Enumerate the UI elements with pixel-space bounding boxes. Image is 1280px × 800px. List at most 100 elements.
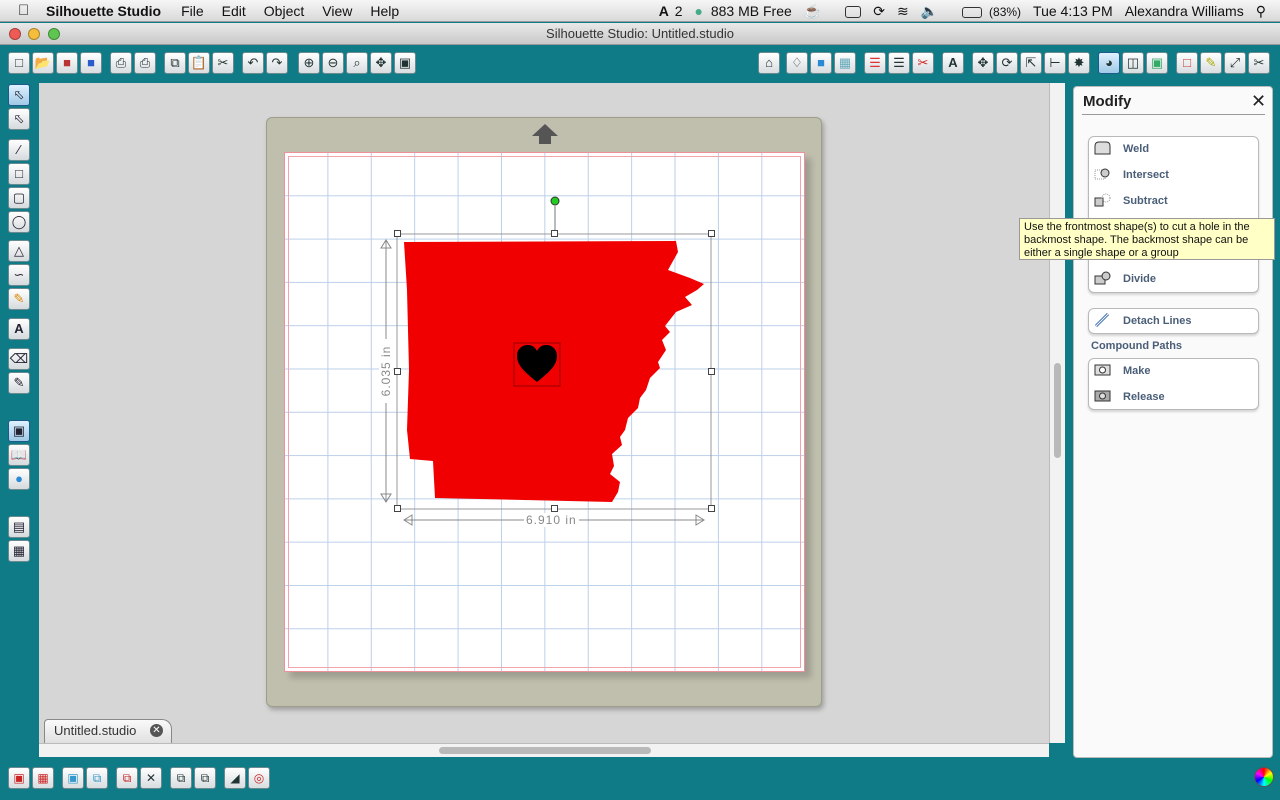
scale-icon[interactable]: ⇱ [1020, 52, 1042, 74]
resize-handle-right[interactable] [708, 368, 715, 375]
open-icon[interactable]: 📂 [32, 52, 54, 74]
online-store-icon[interactable]: ● [8, 468, 30, 490]
save-to-library-icon[interactable]: ■ [80, 52, 102, 74]
clock[interactable]: Tue 4:13 PM [1033, 3, 1113, 19]
resize-handle-top[interactable] [551, 230, 558, 237]
make-compound-path-icon[interactable]: ▣ [62, 767, 84, 789]
bring-to-front-icon[interactable]: ⧉ [170, 767, 192, 789]
wifi-icon[interactable]: ≋ [897, 3, 909, 20]
ellipse-tool-icon[interactable]: ◯ [8, 211, 30, 233]
vertical-scrollbar[interactable] [1049, 83, 1065, 743]
modify-panel-icon[interactable]: ◕ [1098, 52, 1120, 74]
weld-button[interactable]: Weld [1089, 137, 1260, 163]
fill-gradient-icon[interactable]: ■ [810, 52, 832, 74]
text-style-icon[interactable]: A [942, 52, 964, 74]
line-style-icon[interactable]: ☰ [888, 52, 910, 74]
resize-handle-left[interactable] [394, 368, 401, 375]
layout-single-icon[interactable]: ▤ [8, 516, 30, 538]
send-to-back-icon[interactable]: ⧉ [194, 767, 216, 789]
release-compound-button[interactable]: Release [1089, 385, 1260, 411]
intersect-button[interactable]: Intersect [1089, 163, 1260, 189]
cut-style-icon[interactable]: ✂ [912, 52, 934, 74]
detach-lines-button[interactable]: Detach Lines [1089, 309, 1260, 335]
eraser-tool-icon[interactable]: ⌫ [8, 348, 30, 370]
mirror-icon[interactable]: ⊢ [1044, 52, 1066, 74]
horizontal-scroll-thumb[interactable] [439, 747, 651, 754]
cut-settings-icon[interactable]: ✂ [1248, 52, 1270, 74]
zoom-select-icon[interactable]: ⌕ [346, 52, 368, 74]
menu-view[interactable]: View [322, 3, 352, 19]
design-page[interactable] [284, 152, 805, 672]
spotlight-search-icon[interactable]: ⚲ [1256, 3, 1266, 20]
design-view-icon[interactable]: ▣ [8, 420, 30, 442]
offset-quick-icon[interactable]: ◎ [248, 767, 270, 789]
user-name[interactable]: Alexandra Williams [1125, 3, 1244, 19]
freehand-tool-icon[interactable]: ✎ [8, 288, 30, 310]
weld-quick-icon[interactable]: ◢ [224, 767, 246, 789]
cup-icon[interactable]: ☕ [804, 3, 821, 20]
line-color-icon[interactable]: ☰ [864, 52, 886, 74]
color-wheel-icon[interactable] [1254, 767, 1274, 787]
rectangle-tool-icon[interactable]: □ [8, 163, 30, 185]
tab-untitled-studio[interactable]: Untitled.studio ✕ [44, 719, 172, 743]
time-machine-icon[interactable]: ⟳ [873, 3, 885, 20]
select-tool-icon[interactable]: ⬁ [8, 84, 30, 106]
draw-icon[interactable]: ✎ [1200, 52, 1222, 74]
apple-menu-icon[interactable]:  [18, 2, 40, 19]
close-window-button[interactable] [9, 28, 21, 40]
fill-pattern-icon[interactable]: ▦ [834, 52, 856, 74]
pan-icon[interactable]: ✥ [370, 52, 392, 74]
subtract-button[interactable]: Subtract [1089, 189, 1260, 215]
library-icon[interactable]: 📖 [8, 444, 30, 466]
zoom-window-button[interactable] [48, 28, 60, 40]
release-compound-path-icon[interactable]: ⧉ [86, 767, 108, 789]
polygon-tool-icon[interactable]: △ [8, 240, 30, 262]
layout-split-icon[interactable]: ▦ [8, 540, 30, 562]
menu-help[interactable]: Help [370, 3, 399, 19]
minimize-window-button[interactable] [28, 28, 40, 40]
vertical-scroll-thumb[interactable] [1054, 363, 1061, 458]
panel-close-icon[interactable]: ✕ [1251, 91, 1266, 112]
resize-handle-top-right[interactable] [708, 230, 715, 237]
home-icon[interactable]: ⌂ [758, 52, 780, 74]
fullscreen-icon[interactable]: ⤢ [1224, 52, 1246, 74]
print-and-cut-icon[interactable]: ⎙ [134, 52, 156, 74]
fit-to-page-icon[interactable]: ▣ [394, 52, 416, 74]
resize-handle-bottom-right[interactable] [708, 505, 715, 512]
rotate-icon[interactable]: ⟳ [996, 52, 1018, 74]
divide-button[interactable]: Divide [1089, 267, 1260, 293]
paste-icon[interactable]: 📋 [188, 52, 210, 74]
new-document-icon[interactable]: □ [8, 52, 30, 74]
print-icon[interactable]: ⎙ [110, 52, 132, 74]
trace-icon[interactable]: ▣ [1146, 52, 1168, 74]
point-edit-tool-icon[interactable]: ⬁ [8, 108, 30, 130]
menu-edit[interactable]: Edit [222, 3, 246, 19]
copy-icon[interactable]: ⧉ [164, 52, 186, 74]
resize-handle-top-left[interactable] [394, 230, 401, 237]
zoom-in-icon[interactable]: ⊕ [298, 52, 320, 74]
delete-icon[interactable]: ✕ [140, 767, 162, 789]
curve-tool-icon[interactable]: ∽ [8, 264, 30, 286]
battery-status[interactable]: (83%) [950, 3, 1021, 19]
volume-icon[interactable]: 🔈 [921, 3, 938, 20]
page-setup-icon[interactable]: □ [1176, 52, 1198, 74]
duplicate-icon[interactable]: ⧉ [116, 767, 138, 789]
save-icon[interactable]: ■ [56, 52, 78, 74]
adobe-status[interactable]: A 2 [659, 3, 683, 19]
resize-handle-bottom-left[interactable] [394, 505, 401, 512]
rounded-rectangle-tool-icon[interactable]: ▢ [8, 187, 30, 209]
cut-icon[interactable]: ✂ [212, 52, 234, 74]
menu-file[interactable]: File [181, 3, 204, 19]
fill-color-icon[interactable]: ♢ [786, 52, 808, 74]
group-icon[interactable]: ▣ [8, 767, 30, 789]
line-tool-icon[interactable]: ⁄ [8, 139, 30, 161]
offset-icon[interactable]: ◫ [1122, 52, 1144, 74]
knife-tool-icon[interactable]: ✎ [8, 372, 30, 394]
resize-handle-bottom[interactable] [551, 505, 558, 512]
undo-icon[interactable]: ↶ [242, 52, 264, 74]
app-menu[interactable]: Silhouette Studio [46, 3, 161, 19]
make-compound-button[interactable]: Make [1089, 359, 1260, 385]
memory-status[interactable]: ● 883 MB Free [695, 3, 792, 19]
zoom-out-icon[interactable]: ⊖ [322, 52, 344, 74]
align-icon[interactable]: ✥ [972, 52, 994, 74]
